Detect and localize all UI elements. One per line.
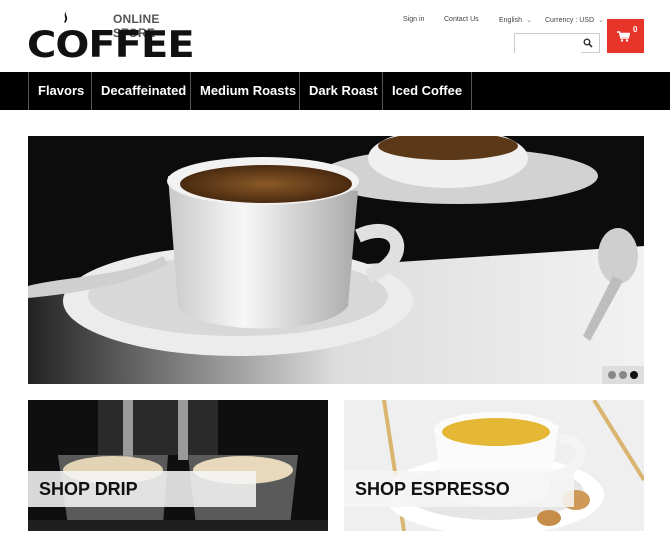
slider-dot-2[interactable] bbox=[619, 371, 627, 379]
cart-icon bbox=[617, 31, 630, 42]
promo-shop-espresso[interactable]: SHOP ESPRESSO bbox=[344, 400, 644, 531]
currency-value: Currency : USD bbox=[545, 17, 595, 24]
promo-shop-drip[interactable]: SHOP DRIP bbox=[28, 400, 328, 531]
nav-item-decaffeinated[interactable]: Decaffeinated bbox=[91, 72, 195, 110]
slider-pagination bbox=[602, 366, 644, 384]
logo-wordmark: COFFEE bbox=[27, 24, 195, 67]
cart-count-badge: 0 bbox=[633, 25, 638, 34]
hero-slider[interactable] bbox=[28, 136, 644, 384]
contact-us-link[interactable]: Contact Us bbox=[444, 16, 479, 23]
sign-in-link[interactable]: Sign in bbox=[403, 16, 424, 23]
language-value: English bbox=[499, 17, 522, 24]
language-selector[interactable]: English ⌄ bbox=[499, 16, 532, 24]
espresso-image bbox=[344, 400, 644, 531]
slider-dot-1[interactable] bbox=[608, 371, 616, 379]
promo-label-drip: SHOP DRIP bbox=[28, 471, 256, 507]
nav-item-iced-coffee[interactable]: Iced Coffee bbox=[382, 72, 473, 110]
cart-button[interactable]: 0 bbox=[607, 19, 644, 53]
chevron-down-icon: ⌄ bbox=[598, 17, 604, 24]
main-nav: Flavors Decaffeinated Medium Roasts Dark… bbox=[0, 72, 670, 110]
nav-item-medium-roasts[interactable]: Medium Roasts bbox=[190, 72, 305, 110]
chevron-down-icon: ⌄ bbox=[525, 17, 532, 24]
search-icon[interactable] bbox=[583, 38, 593, 48]
store-logo[interactable]: ONLINE STORE COFFEE bbox=[27, 10, 197, 66]
hero-image bbox=[28, 136, 644, 384]
search-input[interactable] bbox=[515, 35, 581, 53]
promo-label-espresso: SHOP ESPRESSO bbox=[344, 471, 574, 507]
drip-image bbox=[28, 400, 328, 531]
currency-selector[interactable]: Currency : USD ⌄ bbox=[545, 16, 604, 24]
nav-item-flavors[interactable]: Flavors bbox=[28, 72, 93, 110]
search-box bbox=[514, 33, 600, 53]
slider-dot-3[interactable] bbox=[630, 371, 638, 379]
nav-item-dark-roast[interactable]: Dark Roast bbox=[299, 72, 387, 110]
